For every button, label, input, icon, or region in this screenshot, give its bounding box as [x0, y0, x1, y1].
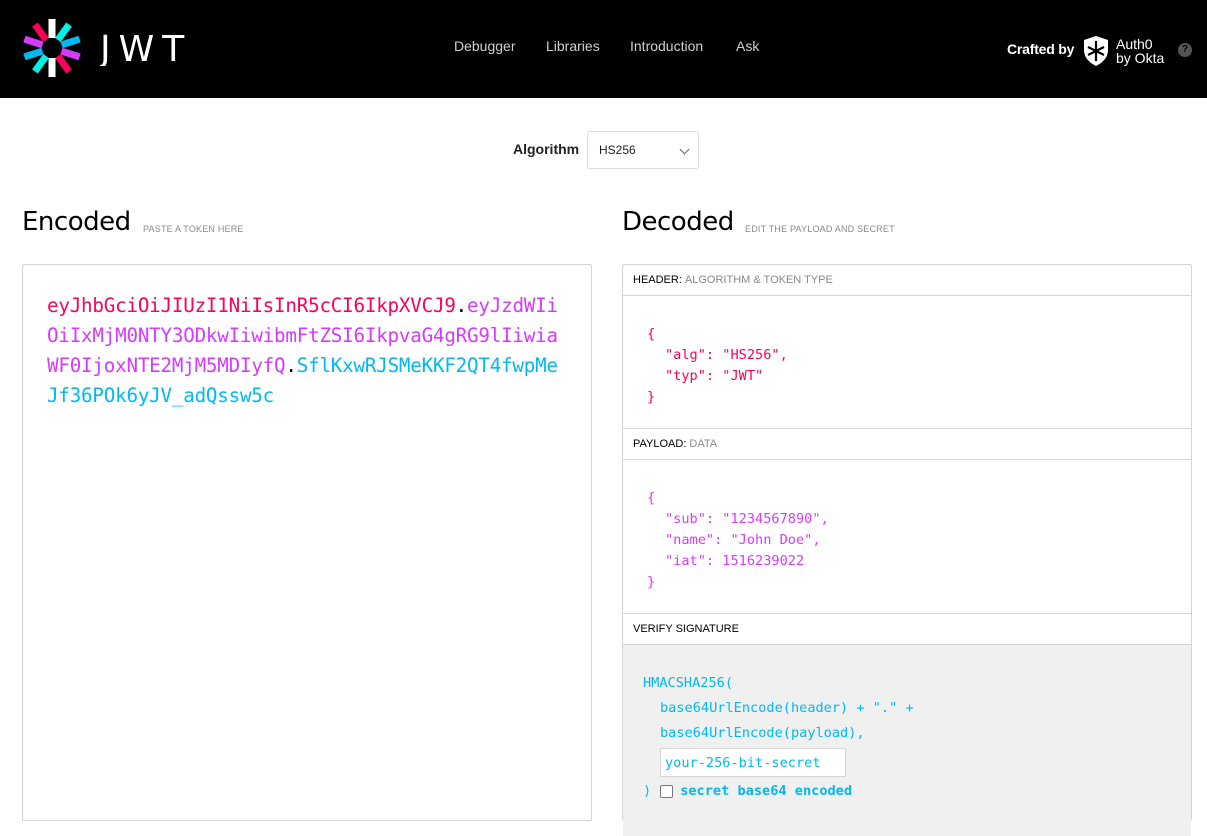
json-close-brace: } [647, 389, 656, 405]
token-header-part: eyJhbGciOiJIUzI1NiIsInR5cCI6IkpXVCJ9 [47, 294, 456, 317]
verify-signature-label: VERIFY SIGNATURE [633, 623, 739, 635]
signature-panel: HMACSHA256( base64UrlEncode(header) + ".… [623, 645, 1191, 836]
hmac-close-paren: ) [643, 783, 652, 799]
payload-json-editor[interactable]: { "sub": "1234567890", "name": "John Doe… [623, 460, 1191, 614]
json-line-sub: "sub": "1234567890", [665, 511, 829, 527]
hmac-payload-line: base64UrlEncode(payload), [660, 725, 865, 741]
nav-introduction[interactable]: Introduction [630, 38, 703, 54]
decoded-panel: HEADER: ALGORITHM & TOKEN TYPE { "alg": "… [622, 264, 1192, 836]
algorithm-label: Algorithm [513, 141, 580, 157]
hmac-header-line: base64UrlEncode(header) + "." + [660, 700, 914, 716]
nav-ask[interactable]: Ask [736, 38, 759, 54]
json-line-name: "name": "John Doe", [665, 532, 821, 548]
encoded-token: eyJhbGciOiJIUzI1NiIsInR5cCI6IkpXVCJ9.eyJ… [47, 291, 567, 411]
json-line-iat: "iat": 1516239022 [665, 553, 805, 569]
nav-libraries[interactable]: Libraries [546, 38, 600, 54]
signature-close-row: ) secret base64 encoded [643, 779, 1171, 804]
signature-section-heading: VERIFY SIGNATURE [623, 614, 1191, 645]
encoded-subtitle: PASTE A TOKEN HERE [143, 224, 244, 234]
help-icon[interactable]: ? [1178, 43, 1192, 57]
encoded-title: Encoded [22, 207, 131, 237]
json-line-alg: "alg": "HS256", [665, 347, 788, 363]
secret-input[interactable] [660, 748, 846, 777]
algorithm-selected-value: HS256 [599, 143, 636, 157]
json-open-brace: { [647, 490, 656, 506]
json-open-brace: { [647, 326, 656, 342]
payload-section-heading: PAYLOAD: DATA [623, 429, 1191, 460]
payload-sublabel: DATA [689, 438, 718, 450]
jwt-logo-icon[interactable] [22, 18, 82, 78]
payload-label: PAYLOAD: [633, 438, 687, 450]
json-line-typ: "typ": "JWT" [665, 368, 764, 384]
by-okta-label: by Okta [1116, 50, 1165, 66]
nav-debugger[interactable]: Debugger [454, 38, 516, 54]
algorithm-select[interactable]: HS256 [587, 131, 699, 169]
header-section-heading: HEADER: ALGORITHM & TOKEN TYPE [623, 265, 1191, 296]
json-close-brace: } [647, 574, 656, 590]
auth0-by-okta-link[interactable]: Auth0 by Okta [1116, 37, 1164, 65]
jwt-wordmark: JWT [100, 29, 192, 66]
token-dot: . [455, 294, 468, 317]
token-dot: . [285, 354, 297, 377]
crafted-by-label: Crafted by [1007, 41, 1075, 57]
secret-base64-checkbox[interactable] [660, 785, 674, 798]
header-sublabel: ALGORITHM & TOKEN TYPE [684, 274, 833, 286]
encoded-token-editor[interactable]: eyJhbGciOiJIUzI1NiIsInR5cCI6IkpXVCJ9.eyJ… [22, 264, 592, 821]
decoded-subtitle: EDIT THE PAYLOAD AND SECRET [745, 224, 895, 234]
top-navbar: JWT Debugger Libraries Introduction Ask … [0, 0, 1207, 98]
header-json-editor[interactable]: { "alg": "HS256", "typ": "JWT" } [623, 296, 1191, 429]
chevron-down-icon [679, 144, 690, 155]
svg-text:JWT: JWT [100, 29, 192, 66]
auth0-label: Auth0 [1116, 36, 1153, 52]
decoded-title: Decoded [622, 207, 734, 237]
header-label: HEADER: [633, 274, 682, 286]
secret-base64-label[interactable]: secret base64 encoded [680, 779, 852, 804]
hmac-function-line: HMACSHA256( [643, 675, 734, 691]
auth0-shield-icon[interactable] [1082, 35, 1110, 67]
